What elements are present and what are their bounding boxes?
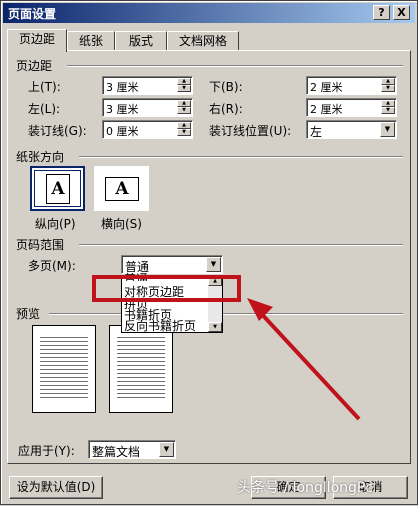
watermark: 头条号 / longllongPc	[237, 480, 374, 496]
page-setup-dialog: 页面设置 ? X 页边距 纸张 版式 文档网格 页边距 上(T): 3 厘米 ▲…	[0, 0, 418, 505]
red-arrow-icon	[247, 298, 361, 421]
